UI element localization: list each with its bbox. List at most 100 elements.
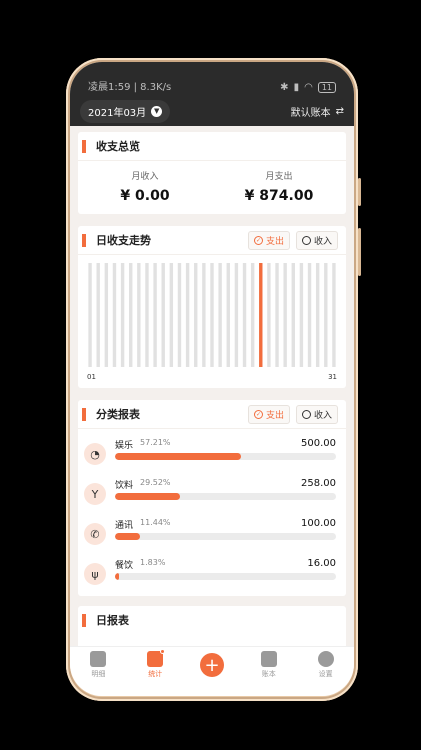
notification-dot <box>160 649 166 654</box>
trend-card: 日收支走势 ✓ 支出 收入 01 31 <box>78 226 346 388</box>
check-icon: ✓ <box>253 235 263 245</box>
trend-expense-toggle[interactable]: ✓ 支出 <box>247 230 290 250</box>
day-column-29 <box>315 263 320 367</box>
day-column-20 <box>242 263 247 367</box>
category-pct: 57.21% <box>140 438 171 447</box>
chart-icon <box>147 649 166 667</box>
category-name: 通讯 <box>115 521 134 531</box>
category-row[interactable]: ◔ 娱乐 57.21% 500.00 <box>78 435 346 475</box>
category-title: 分类报表 <box>96 408 140 421</box>
overview-title: 收支总览 <box>96 140 140 153</box>
trend-income-toggle[interactable]: 收入 <box>295 230 338 250</box>
bottom-tab-bar: 明细 统计 + 账本 设置 <box>70 646 354 696</box>
day-column-24 <box>275 263 279 367</box>
phone-icon: ✆ <box>84 523 106 545</box>
day-column-19 <box>234 263 239 367</box>
toggle-label: 支出 <box>265 410 284 421</box>
day-column-02 <box>96 263 100 367</box>
day-column-14 <box>194 263 198 367</box>
expense-label: 月支出 <box>265 172 293 182</box>
day-column-21 <box>250 263 255 367</box>
category-pct: 29.52% <box>140 478 171 487</box>
power-button <box>358 228 361 276</box>
category-progress-fill <box>115 573 120 580</box>
category-card: 分类报表 ✓ 支出 收入 ◔ 娱乐 57.21% 500.00 Y 饮料 29.… <box>78 400 346 596</box>
category-progress-fill <box>115 533 141 540</box>
swap-icon: ⇄ <box>335 105 344 117</box>
tab-stats[interactable]: 统计 <box>127 649 184 679</box>
category-amount: 500.00 <box>301 438 336 449</box>
tab-add[interactable]: + <box>184 651 241 677</box>
section-marker <box>82 407 86 421</box>
category-name: 餐饮 <box>115 561 134 571</box>
wifi-icon: ◠ <box>304 82 313 93</box>
category-income-toggle[interactable]: 收入 <box>295 404 338 424</box>
list-icon <box>90 651 107 667</box>
daily-title: 日报表 <box>96 614 129 627</box>
category-name: 娱乐 <box>115 441 134 451</box>
tab-details[interactable]: 明细 <box>70 651 127 679</box>
gear-icon <box>317 651 334 667</box>
category-progress <box>115 533 336 540</box>
battery-icon: 11 <box>317 82 336 93</box>
day-column-03 <box>104 263 109 367</box>
day-column-30 <box>324 263 328 367</box>
day-column-12 <box>177 263 182 367</box>
day-column-16 <box>210 263 214 367</box>
tab-settings[interactable]: 设置 <box>297 651 354 679</box>
add-icon[interactable]: + <box>199 653 224 677</box>
screen: 凌晨1:59 | 8.3K/s ✱ ▮ ◠ 11 2021年03月 ▼ 默认账本… <box>70 62 354 696</box>
day-column-04 <box>112 263 117 367</box>
section-marker <box>82 613 86 627</box>
category-row[interactable]: ψ 餐饮 1.83% 16.00 <box>78 555 346 595</box>
tab-label: 设置 <box>318 670 333 678</box>
trend-chart-svg <box>88 263 336 367</box>
category-progress <box>115 493 336 500</box>
category-progress-fill <box>115 453 242 460</box>
day-column-15 <box>202 263 206 367</box>
section-marker <box>82 139 86 153</box>
day-column-09 <box>153 263 157 367</box>
chevron-down-icon: ▼ <box>151 105 163 117</box>
tab-label: 明细 <box>91 670 106 678</box>
tab-label: 账本 <box>261 670 276 678</box>
app-header: 2021年03月 ▼ 默认账本 ⇄ <box>70 96 354 126</box>
main-content[interactable]: 收支总览 月收入 ¥ 0.00 月支出 ¥ 874.00 日收支走势 ✓ 支出 … <box>70 126 354 646</box>
status-bar: 凌晨1:59 | 8.3K/s ✱ ▮ ◠ 11 <box>70 62 354 96</box>
category-amount: 100.00 <box>301 518 336 529</box>
month-label: 2021年03月 <box>88 107 147 119</box>
toggle-label: 收入 <box>313 410 332 421</box>
toggle-label: 支出 <box>265 236 284 247</box>
day-column-31 <box>332 263 336 367</box>
day-column-28 <box>307 263 312 367</box>
expense-value: ¥ 874.00 <box>244 188 314 204</box>
category-expense-toggle[interactable]: ✓ 支出 <box>247 404 290 424</box>
category-row[interactable]: ✆ 通讯 11.44% 100.00 <box>78 515 346 555</box>
category-amount: 16.00 <box>307 558 336 569</box>
day-column-08 <box>145 263 149 367</box>
status-time: 凌晨1:59 | 8.3K/s <box>88 82 172 93</box>
category-row[interactable]: Y 饮料 29.52% 258.00 <box>78 475 346 515</box>
account-switcher[interactable]: 默认账本 ⇄ <box>291 104 344 119</box>
account-name: 默认账本 <box>290 107 331 119</box>
day-column-01 <box>88 263 92 367</box>
category-progress <box>115 453 336 460</box>
month-selector[interactable]: 2021年03月 ▼ <box>80 99 171 123</box>
category-progress-fill <box>115 493 181 500</box>
tab-label: 统计 <box>148 670 163 678</box>
tick-label-first: 01 <box>87 373 96 381</box>
tick-label-last: 31 <box>328 373 337 381</box>
tab-books[interactable]: 账本 <box>240 651 297 679</box>
volume-button <box>358 178 361 206</box>
day-column-07 <box>137 263 141 367</box>
toggle-label: 收入 <box>313 236 332 247</box>
day-bar-22[interactable] <box>259 263 263 367</box>
bluetooth-icon: ✱ <box>280 82 289 93</box>
section-marker <box>82 233 86 247</box>
day-column-25 <box>283 263 287 367</box>
day-column-05 <box>120 263 125 367</box>
category-amount: 258.00 <box>301 478 336 489</box>
income-label: 月收入 <box>131 172 159 182</box>
day-column-06 <box>129 263 133 367</box>
day-column-10 <box>161 263 165 367</box>
